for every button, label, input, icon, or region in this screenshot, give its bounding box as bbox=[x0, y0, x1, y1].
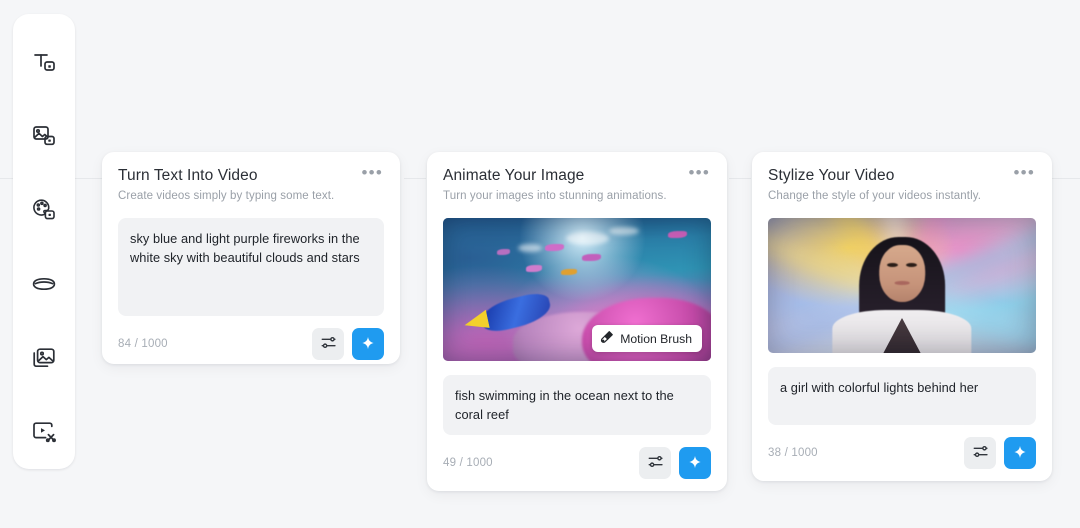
character-counter: 84 / 1000 bbox=[118, 338, 168, 350]
card-turn-text-into-video: Turn Text Into Video Create videos simpl… bbox=[102, 152, 400, 364]
portrait-image bbox=[768, 218, 1036, 353]
card-subtitle: Create videos simply by typing some text… bbox=[118, 189, 334, 204]
card-menu-icon[interactable]: ••• bbox=[1006, 166, 1036, 184]
card-footer: 84 / 1000 bbox=[118, 316, 384, 360]
media-thumbnail-coral-reef[interactable]: Motion Brush bbox=[443, 218, 711, 361]
prompt-input[interactable]: a girl with colorful lights behind her bbox=[768, 367, 1036, 425]
sidebar-item-image-to-video[interactable] bbox=[22, 114, 66, 158]
footer-actions bbox=[639, 447, 711, 479]
prompt-input[interactable]: sky blue and light purple fireworks in t… bbox=[118, 218, 384, 316]
card-footer: 38 / 1000 bbox=[768, 425, 1036, 469]
card-subtitle: Turn your images into stunning animation… bbox=[443, 189, 667, 204]
card-header: Animate Your Image Turn your images into… bbox=[443, 166, 711, 204]
motion-brush-label: Motion Brush bbox=[620, 332, 692, 346]
sliders-icon bbox=[320, 334, 337, 354]
lip-sync-icon bbox=[31, 271, 57, 297]
motion-brush-badge[interactable]: Motion Brush bbox=[592, 325, 702, 352]
image-gallery-icon bbox=[31, 345, 57, 371]
card-header: Turn Text Into Video Create videos simpl… bbox=[118, 166, 384, 204]
sparkle-icon bbox=[686, 453, 704, 474]
sidebar-item-lip-sync[interactable] bbox=[22, 262, 66, 306]
card-subtitle: Change the style of your videos instantl… bbox=[768, 189, 981, 204]
card-menu-icon[interactable]: ••• bbox=[354, 166, 384, 184]
sidebar-item-video-edit[interactable] bbox=[22, 410, 66, 454]
motion-brush-icon bbox=[600, 330, 614, 347]
prompt-input[interactable]: fish swimming in the ocean next to the c… bbox=[443, 375, 711, 435]
generate-button[interactable] bbox=[1004, 437, 1036, 469]
sparkle-icon bbox=[1011, 443, 1029, 464]
sidebar-item-text-to-video[interactable] bbox=[22, 40, 66, 84]
settings-button[interactable] bbox=[964, 437, 996, 469]
character-counter: 38 / 1000 bbox=[768, 447, 818, 459]
card-title: Turn Text Into Video bbox=[118, 166, 334, 186]
footer-actions bbox=[964, 437, 1036, 469]
card-title: Stylize Your Video bbox=[768, 166, 981, 186]
settings-button[interactable] bbox=[639, 447, 671, 479]
footer-actions bbox=[312, 328, 384, 360]
image-to-video-icon bbox=[31, 123, 57, 149]
card-animate-your-image: Animate Your Image Turn your images into… bbox=[427, 152, 727, 491]
video-cut-icon bbox=[31, 419, 57, 445]
media-thumbnail-portrait[interactable] bbox=[768, 218, 1036, 353]
text-to-video-icon bbox=[31, 49, 57, 75]
card-footer: 49 / 1000 bbox=[443, 435, 711, 479]
cards-row: Turn Text Into Video Create videos simpl… bbox=[102, 0, 1080, 528]
sliders-icon bbox=[647, 453, 664, 473]
card-menu-icon[interactable]: ••• bbox=[681, 166, 711, 184]
settings-button[interactable] bbox=[312, 328, 344, 360]
card-header: Stylize Your Video Change the style of y… bbox=[768, 166, 1036, 204]
sliders-icon bbox=[972, 443, 989, 463]
generate-button[interactable] bbox=[679, 447, 711, 479]
sidebar-item-image-gallery[interactable] bbox=[22, 336, 66, 380]
style-palette-video-icon bbox=[31, 197, 57, 223]
card-stylize-your-video: Stylize Your Video Change the style of y… bbox=[752, 152, 1052, 481]
generate-button[interactable] bbox=[352, 328, 384, 360]
character-counter: 49 / 1000 bbox=[443, 457, 493, 469]
left-sidebar bbox=[13, 14, 75, 469]
sparkle-icon bbox=[359, 334, 377, 355]
sidebar-item-stylize-video[interactable] bbox=[22, 188, 66, 232]
card-title: Animate Your Image bbox=[443, 166, 667, 186]
